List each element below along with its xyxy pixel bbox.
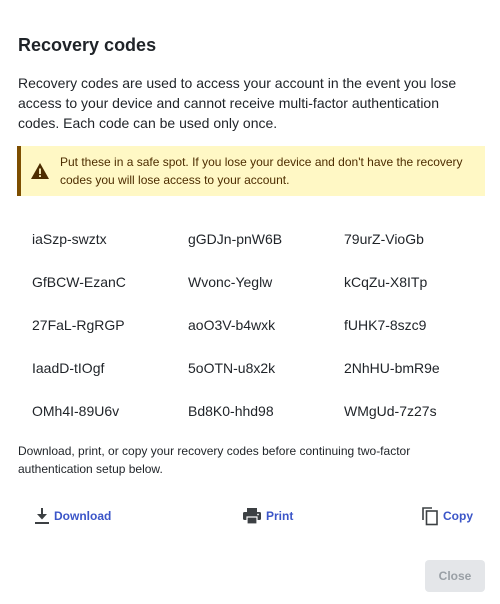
warning-text: Put these in a safe spot. If you lose yo… [60,155,463,187]
download-button[interactable]: Download [34,504,111,528]
backup-instruction-text: Download, print, or copy your recovery c… [18,444,411,476]
copy-label: Copy [443,509,473,523]
recovery-code: Wvonc-Yeglw [188,274,273,290]
recovery-code: 27FaL-RgRGP [32,317,125,333]
recovery-code: gGDJn-pnW6B [188,231,283,247]
recovery-codes-grid: iaSzp-swztx gGDJn-pnW6B 79urZ-VioGb GfBC… [32,228,492,443]
warning-triangle-icon [30,161,50,181]
recovery-code: iaSzp-swztx [32,231,107,247]
download-icon [34,507,50,525]
warning-banner: Put these in a safe spot. If you lose yo… [17,146,485,196]
recovery-code: IaadD-tIOgf [32,360,105,376]
recovery-code: fUHK7-8szc9 [344,317,427,333]
download-label: Download [54,509,112,523]
recovery-code: Bd8K0-hhd98 [188,403,274,419]
intro-text: Recovery codes are used to access your a… [18,75,457,131]
recovery-codes-dialog: Recovery codes Recovery codes are used t… [0,0,500,604]
recovery-code: kCqZu-X8ITp [344,274,428,290]
recovery-code: OMh4I-89U6v [32,403,120,419]
close-button[interactable]: Close [425,560,485,592]
recovery-code: 2NhHU-bmR9e [344,360,440,376]
print-button[interactable]: Print [242,504,293,528]
copy-button[interactable]: Copy [421,504,473,528]
dialog-title: Recovery codes [18,35,157,55]
recovery-code: 5oOTN-u8x2k [188,360,276,376]
copy-icon [421,506,439,526]
recovery-code: GfBCW-EzanC [32,274,126,290]
printer-icon [242,507,262,525]
recovery-code: WMgUd-7z27s [344,403,437,419]
recovery-code: 79urZ-VioGb [344,231,424,247]
print-label: Print [266,509,294,523]
recovery-code: aoO3V-b4wxk [188,317,276,333]
